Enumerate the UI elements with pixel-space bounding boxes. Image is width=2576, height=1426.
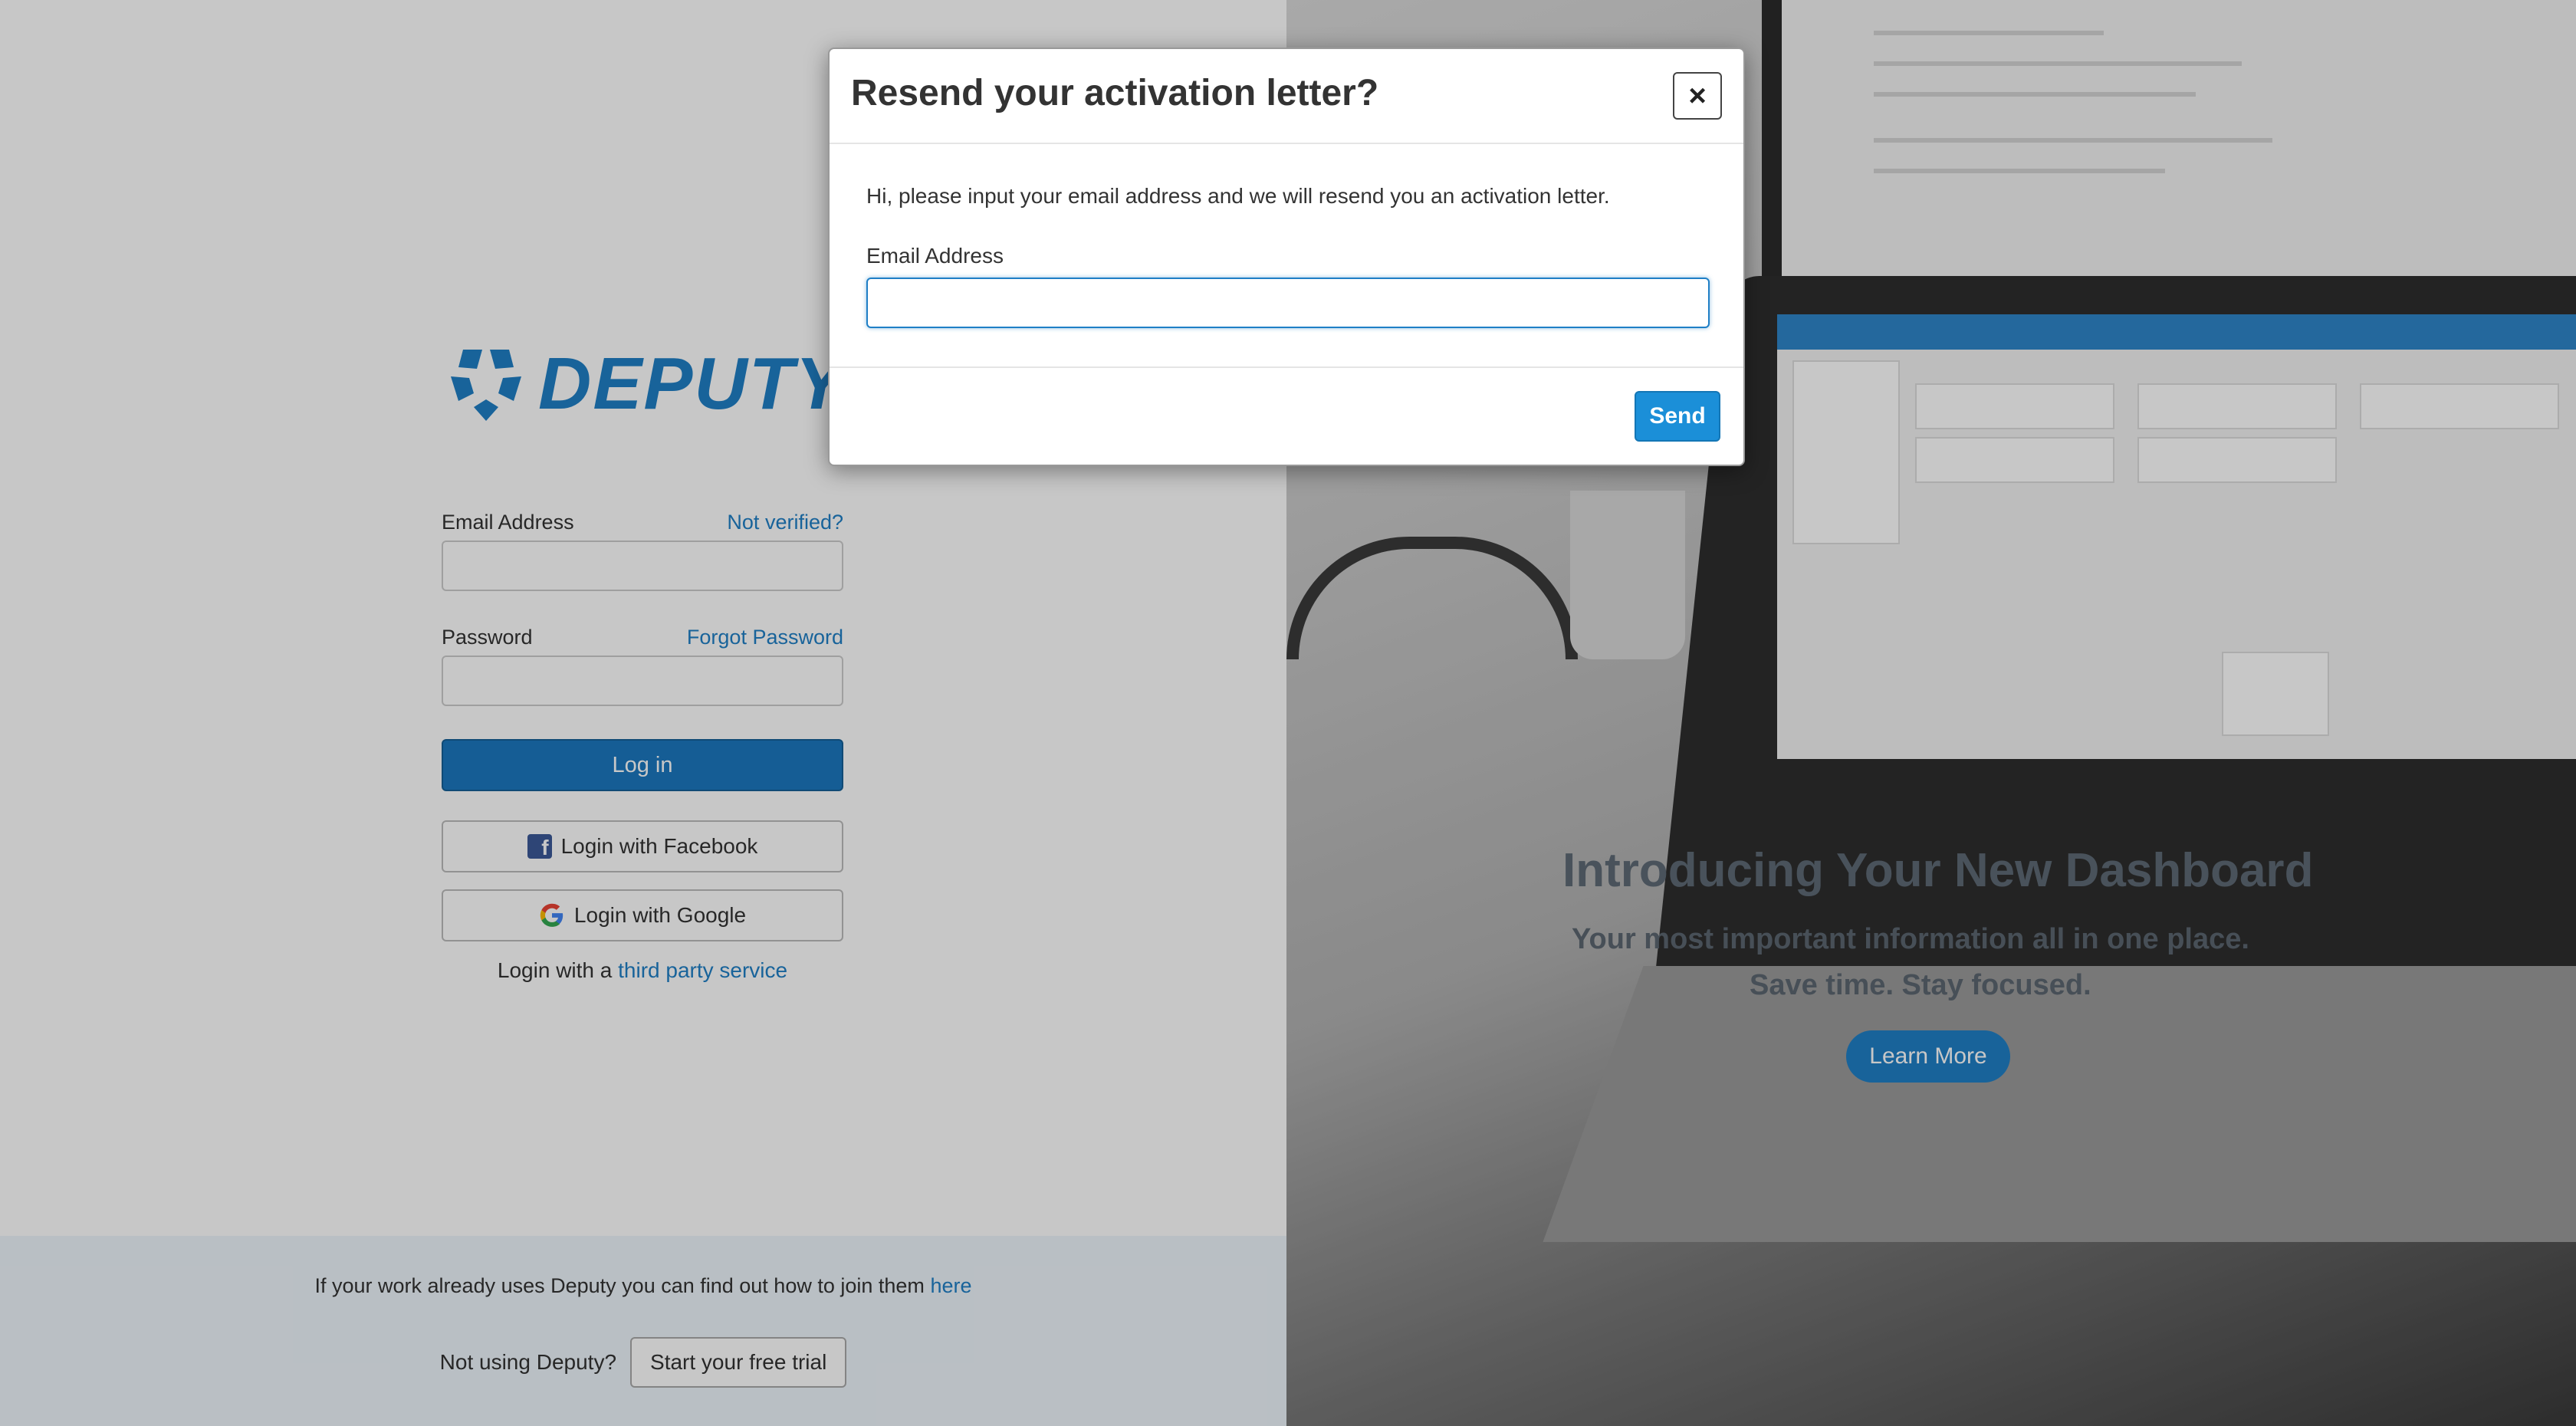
- modal-title: Resend your activation letter?: [851, 73, 1379, 113]
- modal-body: Hi, please input your email address and …: [866, 184, 1710, 328]
- modal-description: Hi, please input your email address and …: [866, 184, 1610, 208]
- modal-email-input[interactable]: [866, 278, 1710, 328]
- modal-header: Resend your activation letter? ×: [830, 49, 1743, 144]
- send-button[interactable]: Send: [1635, 391, 1720, 442]
- modal-email-label: Email Address: [866, 244, 1004, 268]
- close-icon: ×: [1688, 79, 1707, 113]
- resend-activation-modal: Resend your activation letter? × Hi, ple…: [828, 48, 1745, 466]
- modal-footer: Send: [830, 366, 1743, 466]
- close-button[interactable]: ×: [1673, 72, 1722, 120]
